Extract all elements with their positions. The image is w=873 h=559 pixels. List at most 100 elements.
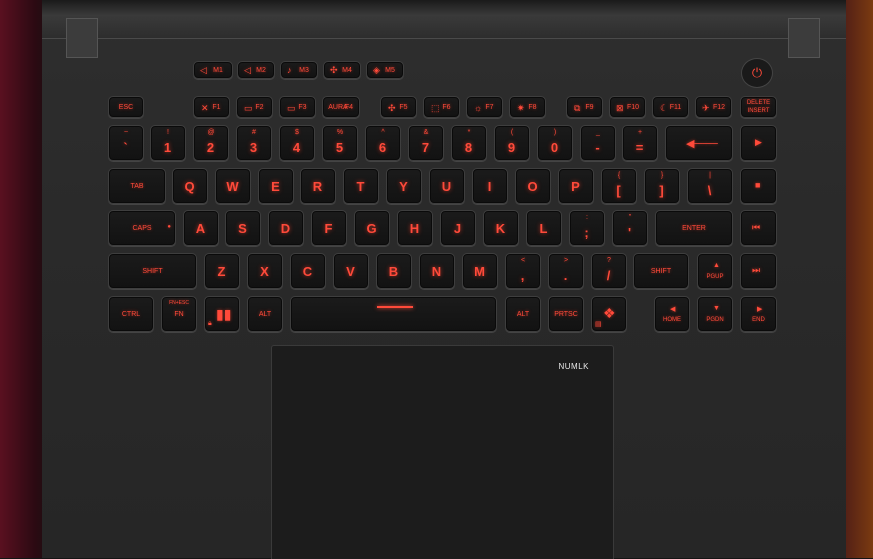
key-backslash[interactable]: | \	[687, 168, 733, 204]
space-bar-light	[377, 306, 413, 308]
macro-key-m1[interactable]: ◁ M1	[193, 61, 233, 79]
key-e[interactable]: E	[258, 168, 294, 204]
macro-key-m5[interactable]: ◈ M5	[366, 61, 404, 79]
key-i[interactable]: I	[472, 168, 508, 204]
key-space[interactable]	[290, 296, 497, 332]
key-f8[interactable]: ✷ F8	[509, 96, 546, 118]
key-f4[interactable]: AURA F4	[322, 96, 360, 118]
key-f[interactable]: F	[311, 210, 347, 246]
lock-icon: 🔒︎	[208, 320, 212, 327]
key-left-bracket[interactable]: { [	[601, 168, 637, 204]
key-fn[interactable]: FN+ESC FN	[161, 296, 197, 332]
macro-key-m4[interactable]: ✣ M4	[323, 61, 361, 79]
key-enter[interactable]: ENTER	[655, 210, 733, 246]
key-f10[interactable]: ⊠ F10	[609, 96, 646, 118]
hinge-cap-right	[788, 18, 820, 58]
key-u[interactable]: U	[429, 168, 465, 204]
key-next-track[interactable]: ⏭	[740, 253, 777, 289]
key-f6[interactable]: ⬚ F6	[423, 96, 460, 118]
down-arrow-icon: ▼	[713, 305, 720, 312]
key-g[interactable]: G	[354, 210, 390, 246]
touchpad[interactable]: NUMLK	[271, 345, 614, 559]
macro-key-m3[interactable]: ♪ M3	[280, 61, 318, 79]
key-comma[interactable]: < ,	[505, 253, 541, 289]
key-f2[interactable]: ▭ F2	[236, 96, 273, 118]
key-backspace[interactable]: ◀───	[665, 125, 733, 161]
key-f7[interactable]: ☼ F7	[466, 96, 503, 118]
key-delete[interactable]: DELETE INSERT	[740, 96, 777, 118]
key-f11[interactable]: ☾ F11	[652, 96, 689, 118]
power-icon: ⏻	[751, 65, 763, 80]
key-l[interactable]: L	[526, 210, 562, 246]
key-alt-left[interactable]: ALT	[247, 296, 283, 332]
stop-icon: ■	[755, 180, 761, 190]
key-tab[interactable]: TAB	[108, 168, 166, 204]
key-quote[interactable]: " '	[612, 210, 648, 246]
key-o[interactable]: O	[515, 168, 551, 204]
key-stop[interactable]: ■	[740, 168, 777, 204]
numlk-label: NUMLK	[558, 362, 589, 371]
key-0[interactable]: ) 0	[537, 125, 573, 161]
key-backtick[interactable]: ~ `	[108, 125, 144, 161]
power-button[interactable]: ⏻	[741, 58, 773, 88]
key-7[interactable]: & 7	[408, 125, 444, 161]
key-right-bracket[interactable]: } ]	[644, 168, 680, 204]
key-play-pause[interactable]: ▶	[740, 125, 777, 161]
key-p[interactable]: P	[558, 168, 594, 204]
key-4[interactable]: $ 4	[279, 125, 315, 161]
key-t[interactable]: T	[343, 168, 379, 204]
key-pgdn[interactable]: ▼ PGDN	[697, 296, 733, 332]
key-d[interactable]: D	[268, 210, 304, 246]
key-f9[interactable]: ⧉ F9	[566, 96, 603, 118]
key-6[interactable]: ^ 6	[365, 125, 401, 161]
key-esc[interactable]: ESC	[108, 96, 144, 118]
key-z[interactable]: Z	[204, 253, 240, 289]
key-copilot[interactable]: ❖ ▤	[591, 296, 627, 332]
key-w[interactable]: W	[215, 168, 251, 204]
key-f5[interactable]: ✣ F5	[380, 96, 417, 118]
key-pgup[interactable]: ▲ PGUP	[697, 253, 733, 289]
key-c[interactable]: C	[290, 253, 326, 289]
key-prev-track[interactable]: ⏮	[740, 210, 777, 246]
key-equals[interactable]: + =	[622, 125, 658, 161]
key-k[interactable]: K	[483, 210, 519, 246]
key-f3[interactable]: ▭ F3	[279, 96, 316, 118]
key-1[interactable]: ! 1	[150, 125, 186, 161]
play-icon: ▶	[755, 137, 762, 147]
key-q[interactable]: Q	[172, 168, 208, 204]
key-prtsc[interactable]: PRTSC	[548, 296, 584, 332]
key-home[interactable]: ◀ HOME	[654, 296, 690, 332]
key-slash[interactable]: ? /	[591, 253, 627, 289]
copilot-icon: ❖	[603, 305, 616, 321]
key-3[interactable]: # 3	[236, 125, 272, 161]
key-period[interactable]: > .	[548, 253, 584, 289]
key-8[interactable]: * 8	[451, 125, 487, 161]
macro-key-m2[interactable]: ◁ M2	[237, 61, 275, 79]
key-r[interactable]: R	[300, 168, 336, 204]
key-right-shift[interactable]: SHIFT	[633, 253, 689, 289]
key-m[interactable]: M	[462, 253, 498, 289]
key-f12[interactable]: ✈ F12	[695, 96, 732, 118]
key-h[interactable]: H	[397, 210, 433, 246]
key-x[interactable]: X	[247, 253, 283, 289]
key-v[interactable]: V	[333, 253, 369, 289]
key-5[interactable]: % 5	[322, 125, 358, 161]
key-f1[interactable]: ✕ F1	[193, 96, 230, 118]
key-n[interactable]: N	[419, 253, 455, 289]
key-semicolon[interactable]: : ;	[569, 210, 605, 246]
key-caps[interactable]: CAPS ●	[108, 210, 176, 246]
key-windows[interactable]: ▮▮ 🔒︎	[204, 296, 240, 332]
key-2[interactable]: @ 2	[193, 125, 229, 161]
key-s[interactable]: S	[225, 210, 261, 246]
key-j[interactable]: J	[440, 210, 476, 246]
menu-icon: ▤	[595, 321, 602, 328]
key-y[interactable]: Y	[386, 168, 422, 204]
key-end[interactable]: ▶ END	[740, 296, 777, 332]
key-b[interactable]: B	[376, 253, 412, 289]
key-ctrl[interactable]: CTRL	[108, 296, 154, 332]
key-9[interactable]: ( 9	[494, 125, 530, 161]
key-left-shift[interactable]: SHIFT	[108, 253, 197, 289]
key-alt-right[interactable]: ALT	[505, 296, 541, 332]
key-minus[interactable]: _ -	[580, 125, 616, 161]
key-a[interactable]: A	[183, 210, 219, 246]
